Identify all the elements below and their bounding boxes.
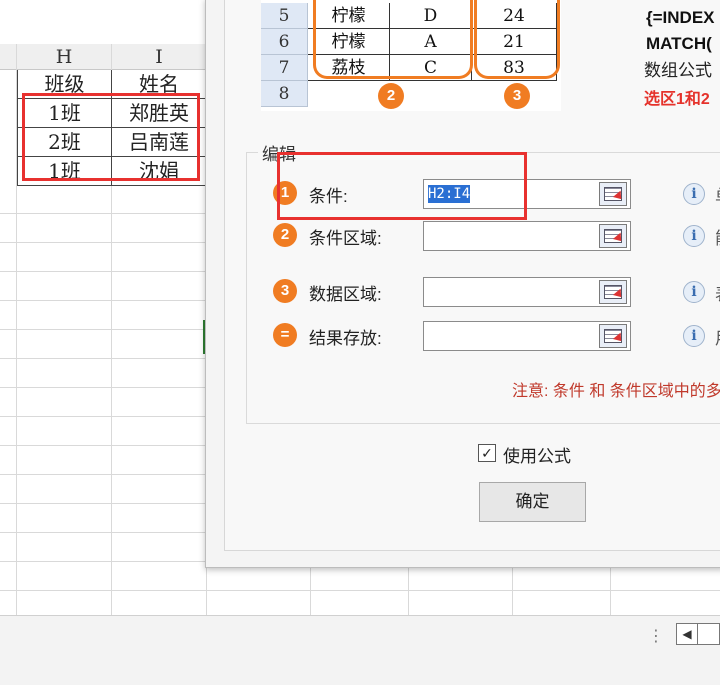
- formula-line-1: {=INDEX: [646, 8, 715, 27]
- info-hint: 用: [715, 324, 720, 349]
- bracket-condition-range: [313, 0, 473, 79]
- lookup-dialog: 5 柠檬 D 24 6 柠檬 A 21 7 荔枝 C 83 8 2 3 {=IN…: [205, 0, 720, 568]
- data-range-label: 数据区域:: [309, 285, 382, 304]
- badge-2: 2: [273, 223, 297, 247]
- condition-highlight-box: [277, 152, 527, 220]
- scroll-left-button[interactable]: ◀: [676, 623, 698, 645]
- example-row-number: 7: [261, 55, 308, 81]
- field-mapping-note: 注意: 条件 和 条件区域中的多个字段 必须一一对应: [512, 383, 720, 400]
- example-row-number: 8: [261, 81, 308, 107]
- range-select-button[interactable]: [599, 324, 627, 348]
- info-icon[interactable]: i: [683, 281, 705, 303]
- field-data-range: 3 数据区域: i 表: [273, 277, 720, 307]
- formula-line-2: MATCH(: [646, 34, 712, 53]
- field-condition-range: 2 条件区域: i 能: [273, 221, 720, 251]
- condition-range-label: 条件区域:: [309, 229, 382, 248]
- result-label: 结果存放:: [309, 329, 382, 348]
- info-hint: 能: [715, 224, 720, 249]
- range-select-button[interactable]: [599, 182, 627, 206]
- ok-button[interactable]: 确定: [479, 482, 586, 522]
- badge-equals: =: [273, 323, 297, 347]
- info-icon[interactable]: i: [683, 225, 705, 247]
- horizontal-scrollbar[interactable]: [698, 623, 720, 645]
- selection-highlight-box: [22, 93, 200, 181]
- range-select-button[interactable]: [599, 280, 627, 304]
- more-icon[interactable]: ⋮: [648, 626, 664, 646]
- badge-3: 3: [504, 83, 530, 109]
- field-result: = 结果存放: i 用: [273, 321, 720, 351]
- status-bar: ⋮ ◀: [0, 615, 720, 685]
- example-illustration: 5 柠檬 D 24 6 柠檬 A 21 7 荔枝 C 83 8 2 3: [261, 0, 561, 111]
- formula-note: 数组公式: [644, 61, 712, 80]
- info-hint: 表: [715, 280, 720, 305]
- badge-3: 3: [273, 279, 297, 303]
- bracket-data-range: [474, 0, 560, 79]
- info-hint: 单: [715, 182, 720, 207]
- column-header-i[interactable]: I: [112, 44, 207, 70]
- formula-warning: 选区1和2: [644, 91, 710, 108]
- formula-example: {=INDEX MATCH(: [646, 5, 720, 57]
- range-select-button[interactable]: [599, 224, 627, 248]
- info-icon[interactable]: i: [683, 183, 705, 205]
- column-header-prev[interactable]: [0, 44, 17, 70]
- checkbox-box[interactable]: ✓: [478, 444, 496, 462]
- badge-2: 2: [378, 83, 404, 109]
- example-row-number: 6: [261, 29, 308, 55]
- use-formula-label: 使用公式: [503, 447, 571, 466]
- column-header-h[interactable]: H: [17, 44, 112, 70]
- info-icon[interactable]: i: [683, 325, 705, 347]
- example-row-number: 5: [261, 3, 308, 29]
